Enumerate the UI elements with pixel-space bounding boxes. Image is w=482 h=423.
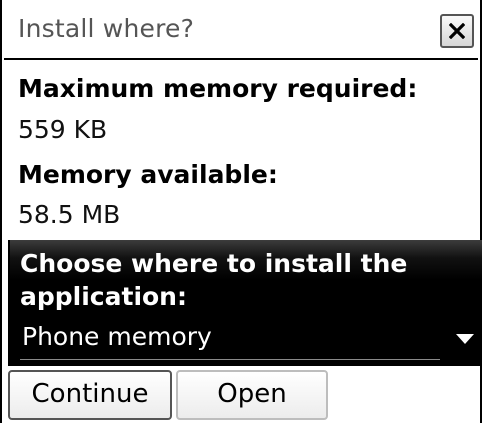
- memory-required-label: Maximum memory required:: [18, 74, 418, 103]
- dialog-title: Install where?: [18, 14, 195, 43]
- dialog-title-bar: Install where?: [4, 6, 478, 60]
- close-button[interactable]: [440, 14, 474, 48]
- close-icon: [449, 23, 465, 39]
- install-location-prompt: Choose where to install the application:: [20, 249, 408, 311]
- install-location-selected: Phone memory: [22, 322, 212, 351]
- memory-required-value: 559 KB: [18, 115, 108, 144]
- memory-available-label: Memory available:: [18, 160, 278, 189]
- continue-button[interactable]: Continue: [8, 370, 172, 420]
- install-location-select[interactable]: Phone memory: [20, 322, 476, 362]
- open-button[interactable]: Open: [176, 370, 328, 420]
- dropdown-arrow-icon: [456, 334, 474, 344]
- memory-available-value: 58.5 MB: [18, 200, 121, 229]
- install-location-chooser[interactable]: Choose where to install the application:…: [8, 240, 482, 366]
- select-underline: [20, 359, 440, 360]
